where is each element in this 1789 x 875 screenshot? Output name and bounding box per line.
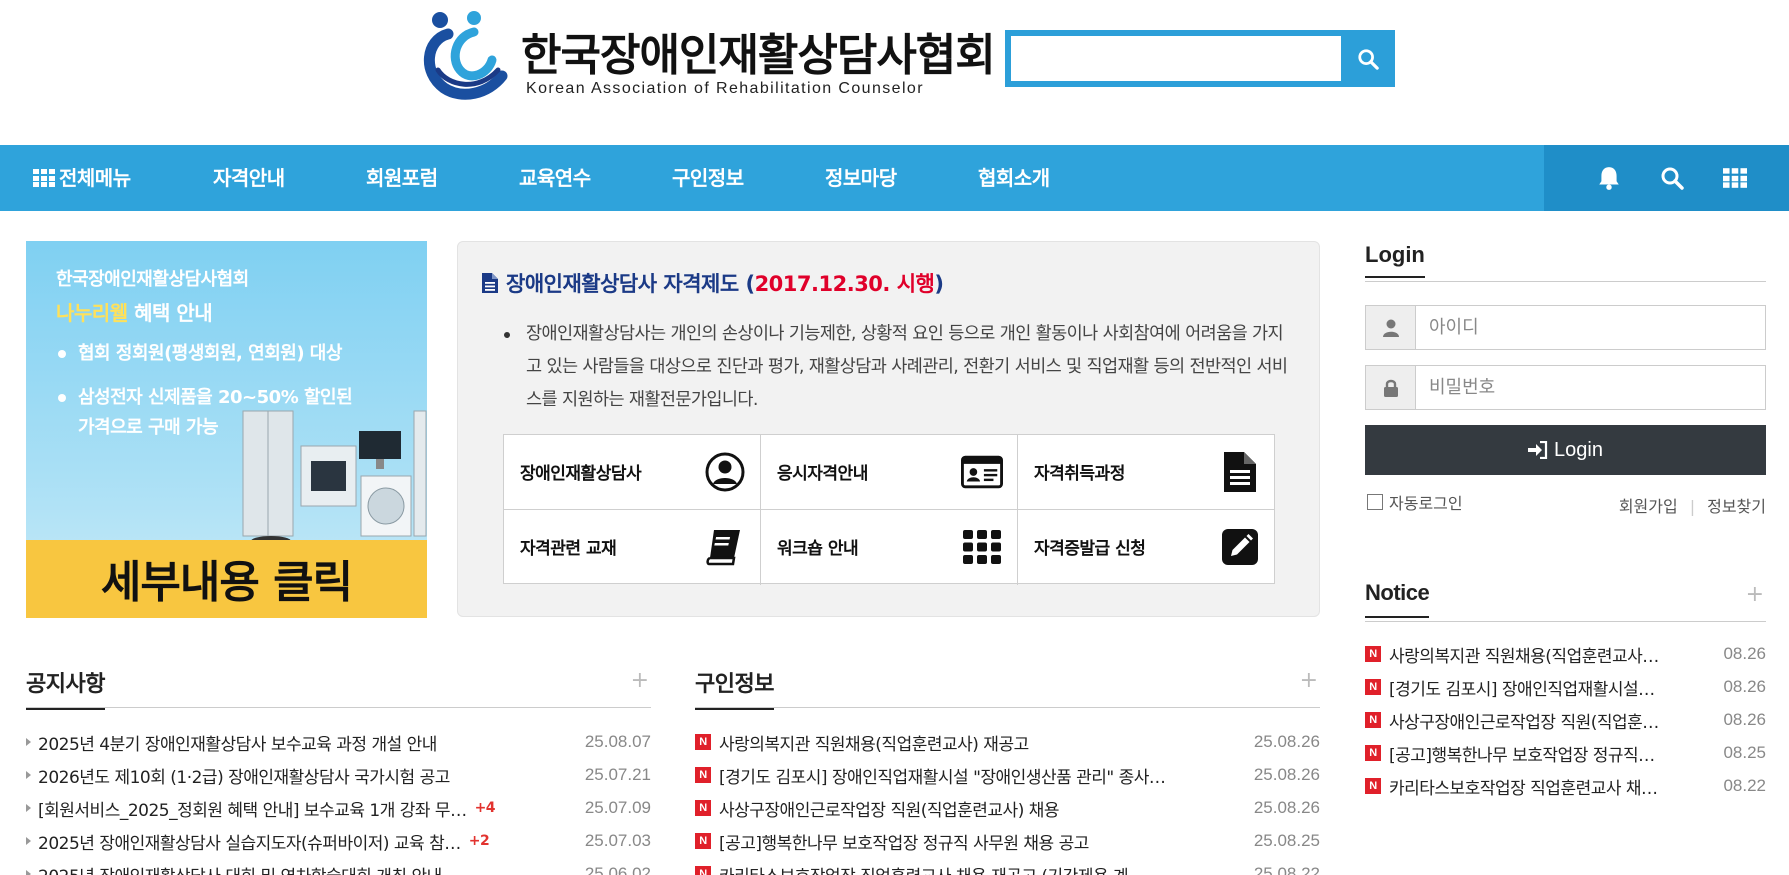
menu-cell-workshop[interactable]: 워크숍 안내: [761, 510, 1018, 585]
notice-row[interactable]: 2025년 장애인재활상담사 대회 및 연차학술대회 개최 안내25.06.02: [26, 858, 651, 875]
banner-highlight: 나누리웰: [56, 301, 128, 325]
notice-board-more[interactable]: +: [631, 668, 649, 693]
appliances-illustration: [242, 410, 427, 546]
grid-icon: [1723, 168, 1747, 188]
bell-icon: [1599, 167, 1619, 190]
nav-info[interactable]: 정보마당: [825, 145, 897, 211]
banner-line1: 한국장애인재활상담사협회: [56, 269, 249, 290]
bell-button[interactable]: [1594, 163, 1624, 193]
side-notice-heading: Notice +: [1365, 580, 1766, 622]
new-badge-icon: N: [695, 866, 711, 875]
banner-line2: 나누리웰 혜택 안내: [56, 297, 213, 326]
job-row[interactable]: N 사랑의복지관 직원채용(직업훈련교사) 재공고 25.08.26: [695, 726, 1320, 758]
new-badge-icon: N: [695, 767, 711, 783]
lock-icon: [1383, 379, 1398, 397]
new-badge-icon: N: [1365, 745, 1381, 761]
header-search: [1005, 30, 1395, 87]
banner-line2-rest: 혜택 안내: [127, 301, 213, 325]
auto-login-checkbox[interactable]: [1367, 494, 1383, 510]
book-icon: [706, 530, 740, 566]
login-heading: Login: [1365, 242, 1766, 282]
nav-forum[interactable]: 회원포럼: [366, 145, 438, 211]
user-icon: [1382, 319, 1399, 337]
auto-login[interactable]: 자동로그인: [1367, 490, 1463, 514]
login-button[interactable]: Login: [1365, 425, 1766, 475]
side-notice-item[interactable]: N [경기도 김포시] 장애인직업재활시설… 08.26: [1365, 671, 1766, 703]
menu-cell-process[interactable]: 자격취득과정: [1018, 435, 1275, 510]
sign-in-icon: [1528, 441, 1548, 459]
nav-all-menu-label: 전체메뉴: [59, 166, 131, 190]
side-notice-more[interactable]: +: [1746, 582, 1764, 607]
new-badge-icon: N: [1365, 646, 1381, 662]
notice-row[interactable]: 2025년 장애인재활상담사 실습지도자(슈퍼바이저) 교육 참… +2 25.07…: [26, 825, 651, 857]
document-icon: [482, 273, 498, 293]
id-card-icon: [961, 455, 1003, 489]
banner-cta[interactable]: 세부내용 클릭: [26, 546, 427, 610]
nav-about[interactable]: 협회소개: [978, 145, 1050, 211]
jobs-board-heading: 구인정보 +: [695, 666, 1320, 710]
login-id-input[interactable]: [1417, 306, 1765, 349]
grid-icon: [33, 168, 55, 187]
find-info-link[interactable]: 정보찾기: [1707, 497, 1766, 516]
menu-cell-textbook[interactable]: 자격관련 교재: [504, 510, 761, 585]
intro-description: 장애인재활상담사는 개인의 손상이나 기능제한, 상황적 요인 등으로 개인 활…: [504, 318, 1291, 417]
search-icon: [1358, 48, 1379, 70]
join-link[interactable]: 회원가입: [1619, 497, 1678, 516]
intro-title-date: 2017.12.30. 시행: [754, 272, 935, 296]
menu-cell-eligibility[interactable]: 응시자격안내: [761, 435, 1018, 510]
grid-icon: [963, 530, 1001, 564]
side-notice-item[interactable]: N 카리타스보호작업장 직업훈련교사 채… 08.22: [1365, 770, 1766, 802]
user-circle-icon: [705, 452, 745, 492]
notice-row[interactable]: 2026년도 제10회 (1·2급) 장애인재활상담사 국가시험 공고 25.07…: [26, 759, 651, 791]
login-pw-input[interactable]: [1417, 366, 1765, 409]
notice-board-heading: 공지사항 +: [26, 666, 651, 710]
auto-login-label: 자동로그인: [1389, 494, 1463, 513]
job-row[interactable]: N [경기도 김포시] 장애인직업재활시설 "장애인생산품 관리" 종사… 25.0…: [695, 759, 1320, 791]
search-icon: [1661, 167, 1684, 190]
side-notice-item[interactable]: N 사랑의복지관 직원채용(직업훈련교사… 08.26: [1365, 638, 1766, 670]
sitemap-button[interactable]: [1720, 163, 1750, 193]
notice-row[interactable]: 2025년 4분기 장애인재활상담사 보수교육 과정 개설 안내 25.08.07: [26, 726, 651, 758]
document-icon: [1224, 452, 1256, 492]
job-row[interactable]: N카리타스보호작업장 직업훈련교사 채용 재공고 (기간제용 계…25.08.2…: [695, 858, 1320, 875]
job-row[interactable]: N [공고]행복한나무 보호작업장 정규직 사무원 채용 공고 25.08.25: [695, 825, 1320, 857]
comment-count: +4: [474, 800, 496, 816]
new-badge-icon: N: [695, 734, 711, 750]
comment-count: +2: [468, 833, 490, 849]
side-notice-item[interactable]: N 사상구장애인근로작업장 직원(직업훈… 08.26: [1365, 704, 1766, 736]
nav-jobs[interactable]: 구인정보: [672, 145, 744, 211]
new-badge-icon: N: [1365, 679, 1381, 695]
site-logo[interactable]: 한국장애인재활상담사협회 Korean Association of Rehab…: [418, 10, 996, 105]
side-notice-item[interactable]: N [공고]행복한나무 보호작업장 정규직… 08.25: [1365, 737, 1766, 769]
benefit-banner[interactable]: 한국장애인재활상담사협회 나누리웰 혜택 안내 협회 정회원(평생회원, 연회원…: [26, 241, 427, 618]
logo-subtitle: Korean Association of Rehabilitation Cou…: [526, 80, 924, 97]
nav-education[interactable]: 교육연수: [519, 145, 591, 211]
banner-bullet-1: 협회 정회원(평생회원, 연회원) 대상: [58, 339, 342, 369]
new-badge-icon: N: [695, 833, 711, 849]
new-badge-icon: N: [1365, 712, 1381, 728]
job-row[interactable]: N 사상구장애인근로작업장 직원(직업훈련교사) 채용 25.08.26: [695, 792, 1320, 824]
main-nav: 전체메뉴 자격안내 회원포럼 교육연수 구인정보 정보마당 협회소개: [0, 145, 1789, 211]
nav-qualification[interactable]: 자격안내: [213, 145, 285, 211]
menu-cell-counselor[interactable]: 장애인재활상담사: [504, 435, 761, 510]
login-id-field: [1365, 305, 1766, 350]
logo-title: 한국장애인재활상담사협회: [521, 30, 996, 81]
qualification-intro: 장애인재활상담사 자격제도 (2017.12.30. 시행) 장애인재활상담사는…: [457, 241, 1320, 617]
edit-icon: [1222, 529, 1258, 565]
search-button[interactable]: [1341, 30, 1395, 87]
logo-mark-icon: [424, 11, 508, 100]
new-badge-icon: N: [1365, 778, 1381, 794]
nav-all-menu[interactable]: 전체메뉴: [33, 145, 131, 211]
new-badge-icon: N: [695, 800, 711, 816]
jobs-board-more[interactable]: +: [1300, 668, 1318, 693]
notice-row[interactable]: [회원서비스_2025_정회원 혜택 안내] 보수교육 1개 강좌 무… +4 25…: [26, 792, 651, 824]
nav-search-button[interactable]: [1657, 163, 1687, 193]
search-input[interactable]: [1011, 36, 1341, 81]
menu-cell-certificate[interactable]: 자격증발급 신청: [1018, 510, 1275, 585]
qualification-menu-grid: 장애인재활상담사 응시자격안내 자격취득과정 자격관련 교재 워크숍 안내 자격…: [503, 434, 1275, 585]
nav-utility: [1544, 145, 1789, 211]
login-pw-field: [1365, 365, 1766, 410]
intro-title: 장애인재활상담사 자격제도 (2017.12.30. 시행): [482, 268, 944, 298]
login-links: 회원가입 | 정보찾기: [1618, 497, 1766, 516]
